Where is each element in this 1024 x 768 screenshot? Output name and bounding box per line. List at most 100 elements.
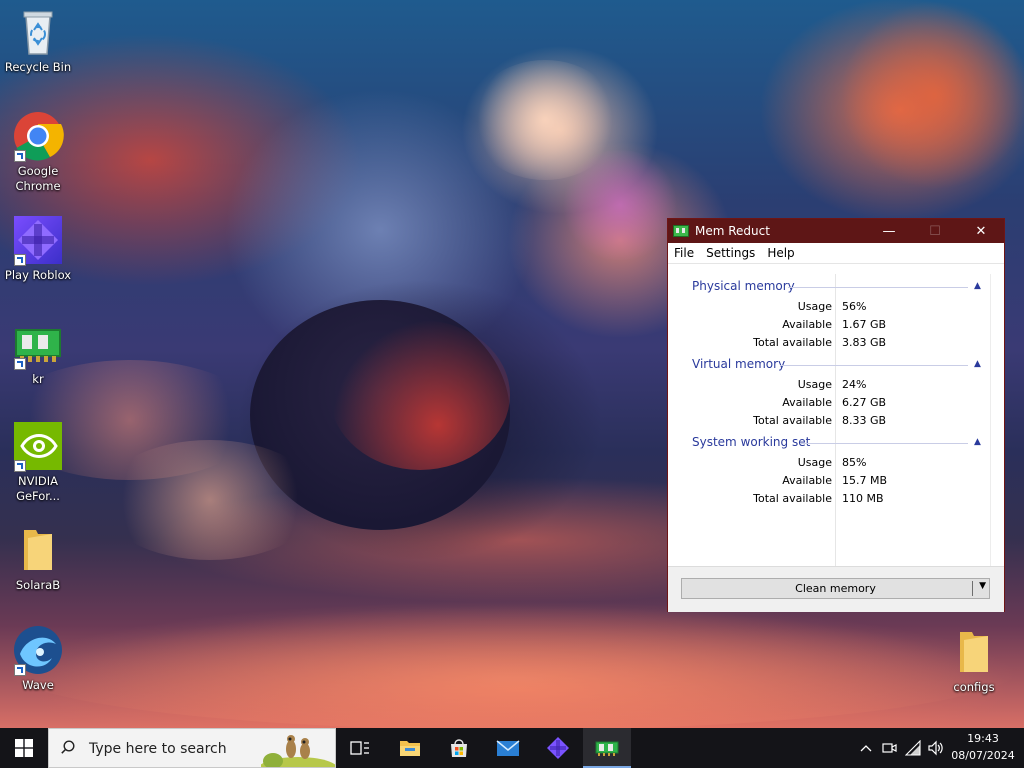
row-key: Usage — [797, 300, 832, 313]
memory-list: Physical memory ▲ Usage 56% Available 1.… — [668, 264, 1004, 566]
row-value: 6.27 GB — [842, 396, 887, 409]
row-key: Usage — [797, 456, 832, 469]
roblox-icon — [547, 737, 569, 759]
clock-time: 19:43 — [967, 732, 999, 745]
shortcut-arrow-icon — [14, 460, 26, 472]
row-key: Total available — [753, 336, 832, 349]
file-explorer-button[interactable] — [386, 728, 434, 768]
row-key: Total available — [753, 492, 832, 505]
desktop-icon-play-roblox[interactable]: Play Roblox — [0, 214, 76, 283]
row-value: 15.7 MB — [842, 474, 888, 487]
folder-icon — [948, 626, 1000, 678]
search-icon — [61, 740, 75, 754]
desktop-icon-solarab[interactable]: SolaraB — [0, 524, 76, 593]
row-value: 3.83 GB — [842, 336, 887, 349]
chevron-up-icon — [860, 745, 872, 752]
network-icon — [905, 740, 921, 756]
group-divider — [800, 443, 968, 444]
desktop-icon-wave[interactable]: Wave — [0, 624, 76, 693]
desktop-icon-recycle-bin[interactable]: Recycle Bin — [0, 6, 76, 75]
title-bar[interactable]: Mem Reduct — ☐ ✕ — [668, 219, 1004, 243]
window-title: Mem Reduct — [695, 224, 770, 238]
chevron-up-icon[interactable]: ▲ — [974, 359, 981, 369]
search-box[interactable]: Type here to search — [48, 728, 336, 768]
shortcut-arrow-icon — [14, 664, 26, 676]
list-item: Total available 3.83 GB — [668, 336, 1004, 354]
clock-date: 08/07/2024 — [951, 749, 1015, 762]
wave-icon — [12, 624, 64, 676]
show-hidden-icons-button[interactable] — [856, 728, 876, 768]
roblox-taskbar-button[interactable] — [534, 728, 582, 768]
mem-reduct-icon — [12, 318, 64, 370]
desktop-icon-label: NVIDIA GeFor... — [16, 474, 60, 503]
nvidia-icon — [12, 420, 64, 472]
desktop-icon-nvidia[interactable]: NVIDIA GeFor... — [0, 420, 76, 504]
microsoft-store-icon — [451, 739, 467, 757]
chevron-up-icon[interactable]: ▲ — [974, 437, 981, 447]
mem-reduct-icon — [673, 225, 689, 237]
close-button[interactable]: ✕ — [958, 219, 1004, 243]
list-item: Available 6.27 GB — [668, 396, 1004, 414]
shortcut-arrow-icon — [14, 150, 26, 162]
task-view-button[interactable] — [336, 728, 384, 768]
row-key: Total available — [753, 414, 832, 427]
mail-icon — [496, 740, 520, 756]
desktop-icon-google-chrome[interactable]: Google Chrome — [0, 110, 76, 194]
search-highlight-icon — [261, 735, 335, 767]
group-divider — [788, 287, 968, 288]
chrome-icon — [12, 110, 64, 162]
menu-bar: File Settings Help — [668, 243, 1004, 264]
task-view-icon — [350, 741, 369, 755]
list-item: Usage 24% — [668, 378, 1004, 396]
microsoft-store-button[interactable] — [435, 728, 483, 768]
meet-now-button[interactable] — [878, 728, 900, 768]
folder-icon — [12, 524, 64, 576]
volume-icon — [928, 740, 943, 756]
group-header-physical-memory[interactable]: Physical memory — [692, 279, 795, 295]
desktop-icon-label: SolaraB — [15, 578, 61, 592]
minimize-button[interactable]: — — [866, 219, 912, 243]
chevron-up-icon[interactable]: ▲ — [974, 281, 981, 291]
start-button[interactable] — [0, 728, 48, 768]
desktop-icon-configs[interactable]: configs — [936, 626, 1012, 695]
row-value: 56% — [842, 300, 867, 313]
group-header-system-working-set[interactable]: System working set — [692, 435, 810, 451]
desktop-icon-label: configs — [953, 680, 995, 694]
mem-reduct-window: Mem Reduct — ☐ ✕ File Settings Help Phys… — [667, 218, 1005, 612]
shortcut-arrow-icon — [14, 254, 26, 266]
desktop-icon-label: kr — [32, 372, 44, 386]
desktop-icon-label: Google Chrome — [15, 164, 61, 193]
clean-memory-label: Clean memory — [795, 582, 876, 595]
menu-help[interactable]: Help — [761, 246, 800, 260]
network-button[interactable] — [902, 728, 926, 768]
recycle-bin-icon — [12, 6, 64, 58]
group-header-virtual-memory[interactable]: Virtual memory — [692, 357, 785, 373]
desktop-icon-label: Play Roblox — [4, 268, 72, 282]
taskbar: Type here to search 19:43 08/07/2024 — [0, 728, 1024, 768]
row-value: 85% — [842, 456, 867, 469]
list-item: Available 1.67 GB — [668, 318, 1004, 336]
split-divider — [972, 581, 973, 596]
row-key: Available — [782, 474, 832, 487]
dropdown-arrow-icon[interactable]: ▼ — [979, 581, 986, 591]
maximize-button[interactable]: ☐ — [912, 219, 958, 243]
shortcut-arrow-icon — [14, 358, 26, 370]
list-item: Usage 56% — [668, 300, 1004, 318]
menu-file[interactable]: File — [668, 246, 700, 260]
list-item: Available 15.7 MB — [668, 474, 1004, 492]
row-value: 1.67 GB — [842, 318, 887, 331]
meet-now-icon — [882, 743, 897, 753]
file-explorer-icon — [400, 741, 420, 756]
roblox-icon — [12, 214, 64, 266]
mem-reduct-taskbar-button[interactable] — [583, 728, 631, 768]
list-item: Total available 8.33 GB — [668, 414, 1004, 432]
list-item: Usage 85% — [668, 456, 1004, 474]
volume-button[interactable] — [926, 728, 946, 768]
taskbar-clock[interactable]: 19:43 08/07/2024 — [946, 730, 1020, 764]
menu-settings[interactable]: Settings — [700, 246, 761, 260]
search-placeholder: Type here to search — [89, 741, 227, 757]
desktop-icon-kr[interactable]: kr — [0, 318, 76, 387]
mail-button[interactable] — [484, 728, 532, 768]
clean-memory-button[interactable]: Clean memory ▼ — [681, 578, 990, 599]
window-footer: Clean memory ▼ — [668, 566, 1004, 612]
